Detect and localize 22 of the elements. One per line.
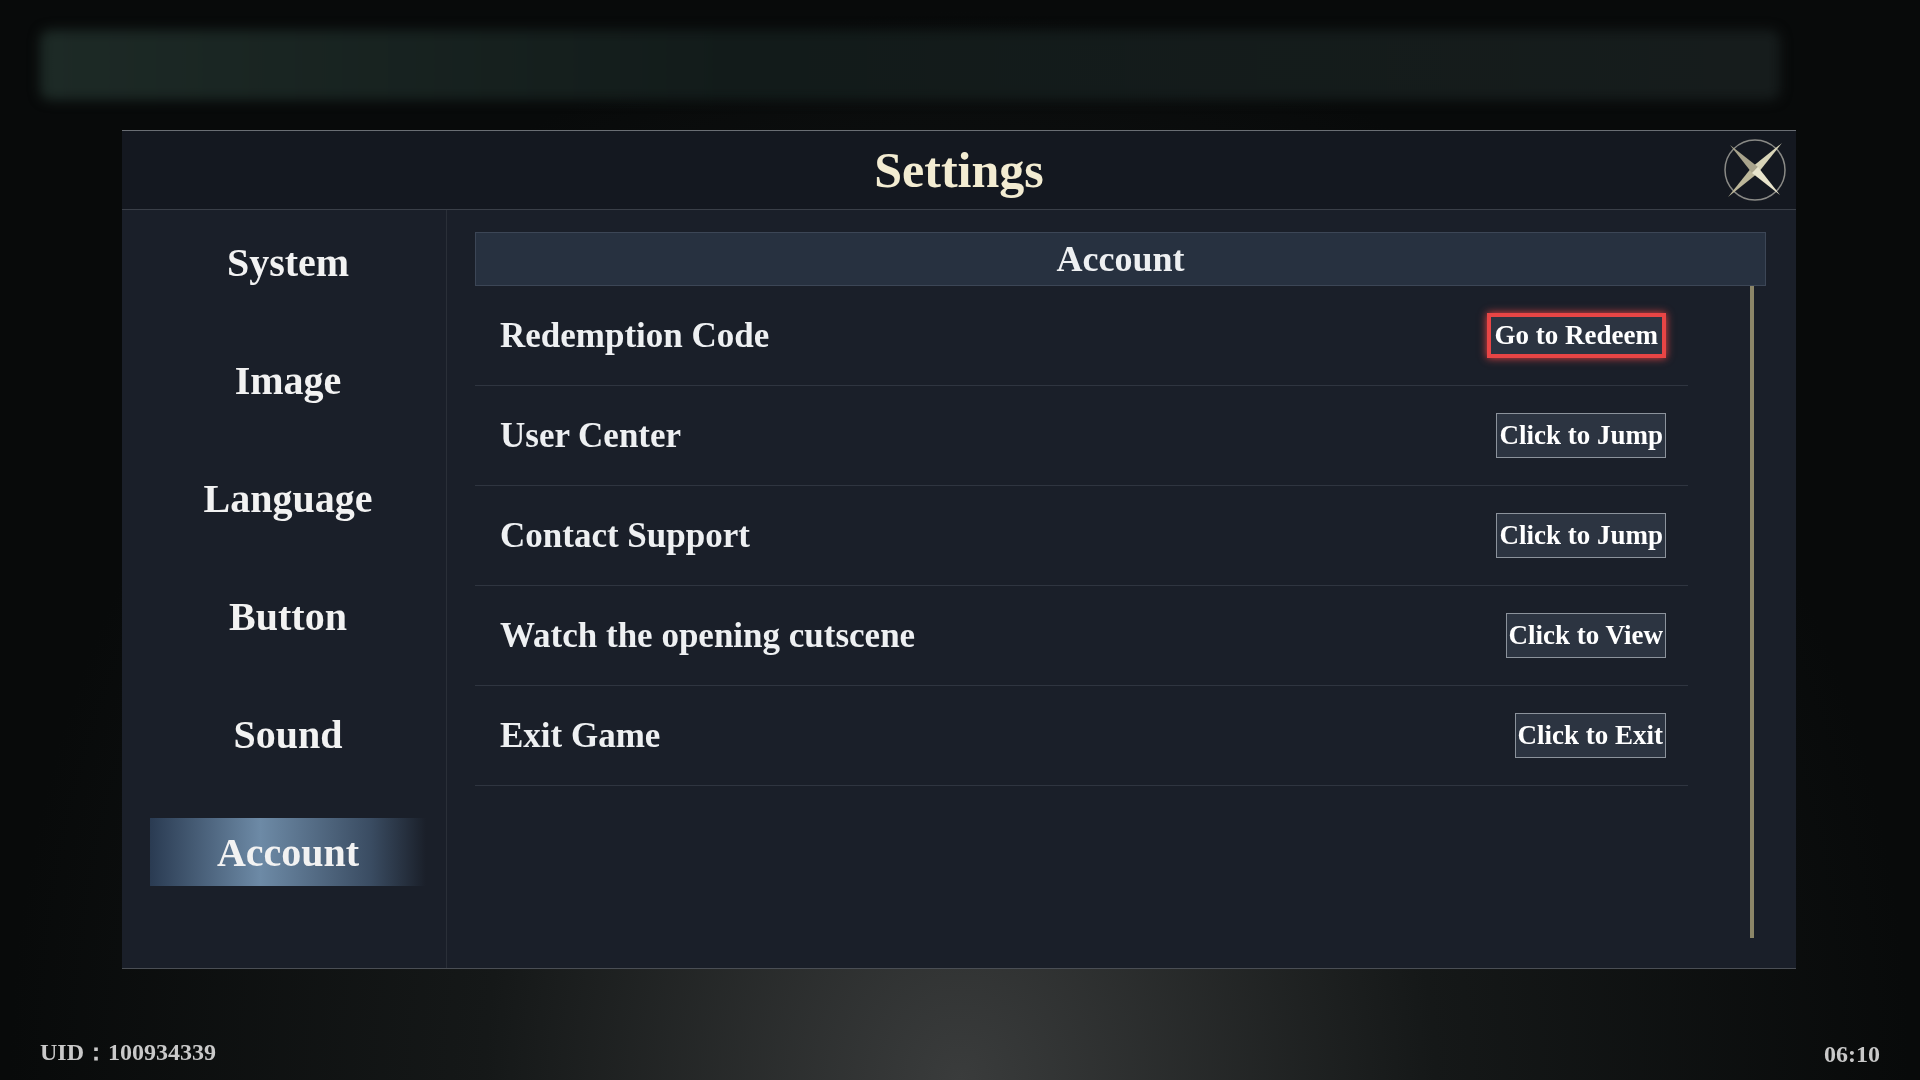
sidebar-tab[interactable]: Image xyxy=(150,346,426,414)
action-button[interactable]: Click to Exit xyxy=(1514,713,1666,758)
clock-time: 06:10 xyxy=(1824,1041,1880,1068)
uid-text: UID：100934339 xyxy=(40,1038,216,1067)
action-button[interactable]: Click to Jump xyxy=(1496,413,1666,458)
action-button[interactable]: Click to View xyxy=(1505,613,1666,658)
close-icon[interactable] xyxy=(1722,137,1788,203)
sidebar-tab[interactable]: Button xyxy=(150,582,426,650)
setting-label: Redemption Code xyxy=(500,315,770,356)
setting-label: User Center xyxy=(500,415,682,456)
setting-label: Watch the opening cutscene xyxy=(500,615,916,656)
setting-label: Exit Game xyxy=(500,715,661,756)
sidebar-tab[interactable]: Language xyxy=(150,464,426,532)
setting-label: Contact Support xyxy=(500,515,750,556)
scrollbar[interactable] xyxy=(1750,286,1754,938)
section-header: Account xyxy=(475,232,1766,286)
window-title: Settings xyxy=(874,141,1044,199)
action-button[interactable]: Go to Redeem xyxy=(1486,313,1666,358)
action-button[interactable]: Click to Jump xyxy=(1496,513,1666,558)
sidebar-tab[interactable]: Account xyxy=(150,818,426,886)
sidebar-tab[interactable]: Sound xyxy=(150,700,426,768)
sidebar-tab[interactable]: System xyxy=(150,228,426,296)
